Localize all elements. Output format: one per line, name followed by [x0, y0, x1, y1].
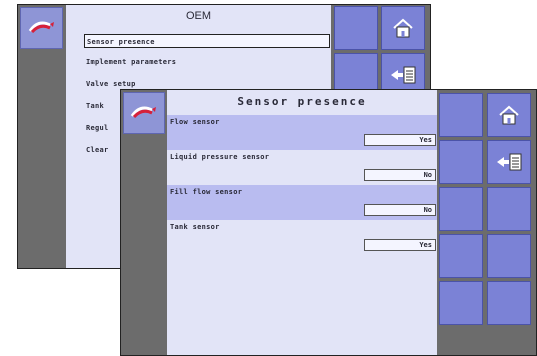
setting-row-tank-sensor[interactable]: Tank sensor Yes	[167, 220, 439, 255]
left-sidebar	[18, 5, 66, 268]
setting-label: Liquid pressure sensor	[170, 153, 270, 161]
setting-row-flow-sensor[interactable]: Flow sensor Yes	[167, 115, 439, 150]
left-sidebar	[121, 90, 167, 355]
soft-key-blank[interactable]	[439, 234, 483, 278]
setting-row-liquid-pressure-sensor[interactable]: Liquid pressure sensor No	[167, 150, 439, 185]
page-title: OEM	[185, 10, 212, 22]
setting-value-box[interactable]: No	[364, 204, 436, 216]
back-to-list-icon	[497, 153, 522, 171]
home-button[interactable]	[381, 6, 425, 50]
soft-key-blank[interactable]	[487, 281, 531, 325]
menu-item-label: Tank	[86, 102, 105, 110]
sensor-presence-screen: Sensor presence Flow sensor Yes Liquid p…	[120, 89, 537, 356]
back-to-list-button[interactable]	[487, 140, 531, 184]
setting-value-box[interactable]: Yes	[364, 134, 436, 146]
brand-logo-icon	[20, 7, 63, 49]
soft-key-blank[interactable]	[439, 140, 483, 184]
menu-item-label: Clear	[86, 146, 109, 154]
menu-item-label: Implement parameters	[86, 58, 177, 66]
home-icon	[499, 105, 519, 125]
menu-item-sensor-presence[interactable]: Sensor presence	[84, 34, 330, 48]
soft-key-blank[interactable]	[439, 93, 483, 137]
soft-key-blank[interactable]	[439, 281, 483, 325]
page-title: Sensor presence	[237, 95, 367, 108]
setting-value-box[interactable]: No	[364, 169, 436, 181]
home-button[interactable]	[487, 93, 531, 137]
brand-logo-icon	[123, 92, 165, 134]
menu-item-implement-parameters[interactable]: Implement parameters	[84, 55, 330, 69]
setting-label: Fill flow sensor	[170, 188, 243, 196]
setting-value-box[interactable]: Yes	[364, 239, 436, 251]
soft-key-blank[interactable]	[439, 187, 483, 231]
menu-item-label: Sensor presence	[87, 38, 155, 46]
soft-key-panel	[437, 90, 536, 355]
soft-key-blank[interactable]	[487, 234, 531, 278]
menu-item-label: Regul	[86, 124, 109, 132]
menu-item-label: Valve setup	[86, 80, 136, 88]
setting-label: Flow sensor	[170, 118, 220, 126]
home-icon	[393, 18, 413, 38]
back-to-list-icon	[391, 66, 416, 84]
soft-key-blank[interactable]	[334, 6, 378, 50]
setting-label: Tank sensor	[170, 223, 220, 231]
setting-row-fill-flow-sensor[interactable]: Fill flow sensor No	[167, 185, 439, 220]
soft-key-blank[interactable]	[487, 187, 531, 231]
